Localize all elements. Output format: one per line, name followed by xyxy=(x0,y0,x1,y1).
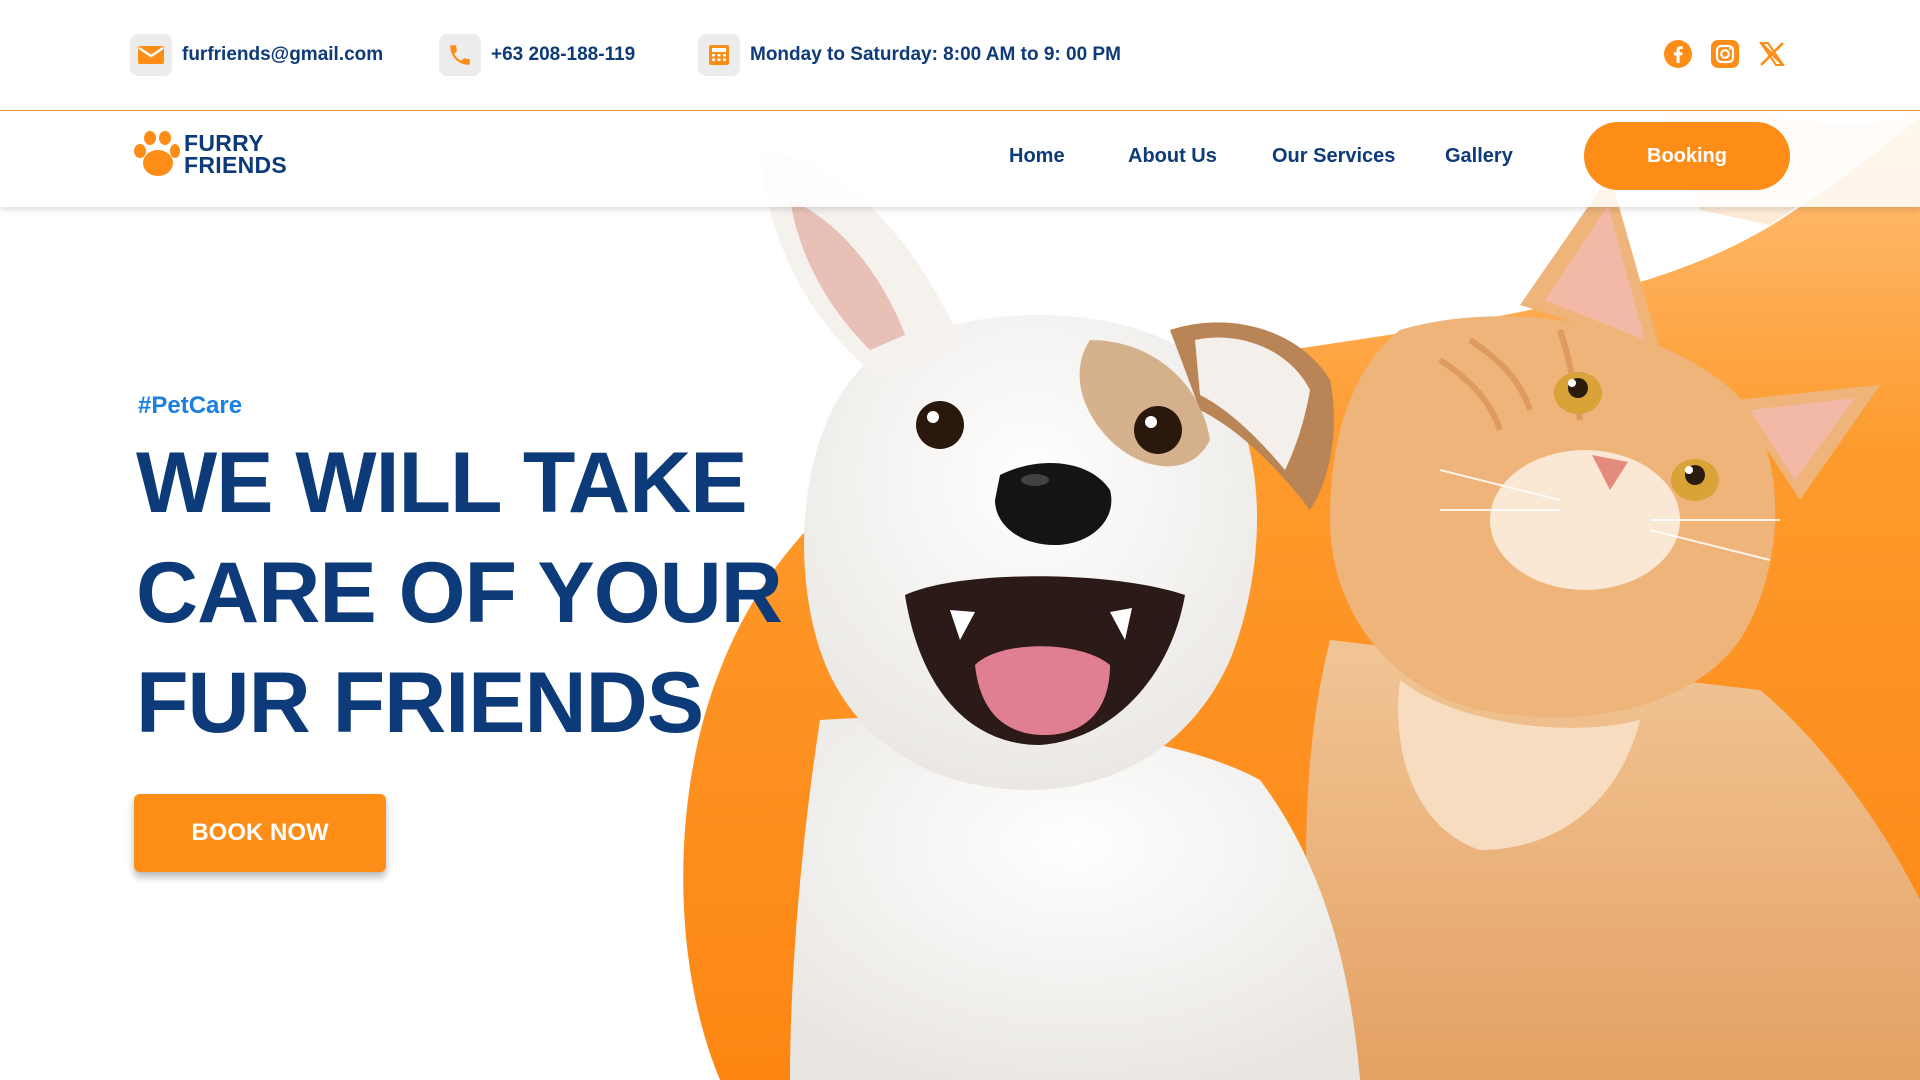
hours-text: Monday to Saturday: 8:00 AM to 9: 00 PM xyxy=(750,44,1121,65)
nav-our-services[interactable]: Our Services xyxy=(1272,145,1395,168)
phone-contact[interactable]: +63 208-188-119 xyxy=(439,34,635,76)
nav-gallery[interactable]: Gallery xyxy=(1445,145,1513,168)
hero-headline: WE WILL TAKE CARE OF YOUR FUR FRIENDS xyxy=(136,428,783,758)
instagram-icon[interactable] xyxy=(1709,38,1741,70)
x-icon[interactable] xyxy=(1756,38,1788,70)
brand-logo[interactable]: FURRY FRIENDS xyxy=(132,129,287,179)
email-text: furfriends@gmail.com xyxy=(182,44,384,65)
nav-home[interactable]: Home xyxy=(1009,145,1065,168)
phone-icon xyxy=(439,34,481,76)
book-now-button[interactable]: BOOK NOW xyxy=(134,794,386,872)
top-info-bar: furfriends@gmail.com +63 208-188-119 Mon… xyxy=(0,0,1920,111)
phone-text: +63 208-188-119 xyxy=(491,44,636,65)
booking-button[interactable]: Booking xyxy=(1584,122,1790,190)
headline-line-3: FUR FRIENDS xyxy=(136,655,704,751)
main-navbar: FURRY FRIENDS Home About Us Our Services… xyxy=(0,111,1920,207)
headline-line-1: WE WILL TAKE xyxy=(136,435,748,531)
paw-icon xyxy=(134,131,180,176)
nav-about-us[interactable]: About Us xyxy=(1128,145,1217,168)
mail-icon xyxy=(130,34,172,76)
headline-line-2: CARE OF YOUR xyxy=(136,545,783,641)
facebook-icon[interactable] xyxy=(1662,38,1694,70)
logo-line-1: FURRY xyxy=(184,130,264,156)
logo-line-2: FRIENDS xyxy=(184,152,288,178)
hours-info: Monday to Saturday: 8:00 AM to 9: 00 PM xyxy=(698,34,1121,76)
calendar-icon xyxy=(698,34,740,76)
hero-tag: #PetCare xyxy=(138,392,243,419)
email-contact[interactable]: furfriends@gmail.com xyxy=(130,34,383,76)
